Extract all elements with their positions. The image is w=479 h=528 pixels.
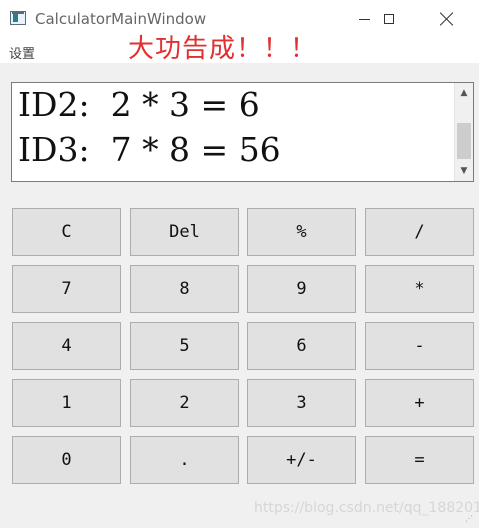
maximize-button[interactable] <box>366 0 412 38</box>
key-subtract[interactable]: - <box>365 322 474 370</box>
key-equals[interactable]: = <box>365 436 474 484</box>
maximize-icon <box>384 14 394 24</box>
vertical-scrollbar[interactable]: ▲ ▼ <box>454 83 473 181</box>
result-display[interactable]: ID2: 2 * 3 = 6 ID3: 7 * 8 = 56 ▲ ▼ <box>11 82 474 182</box>
key-5[interactable]: 5 <box>130 322 239 370</box>
scroll-down-icon[interactable]: ▼ <box>455 162 473 180</box>
key-8[interactable]: 8 <box>130 265 239 313</box>
banner-text: 大功告成！！！ <box>128 34 318 64</box>
display-line: ID3: 7 * 8 = 56 <box>18 130 281 169</box>
key-percent[interactable]: % <box>247 208 356 256</box>
close-icon <box>440 12 454 26</box>
key-add[interactable]: + <box>365 379 474 427</box>
key-clear[interactable]: C <box>12 208 121 256</box>
key-decimal[interactable]: . <box>130 436 239 484</box>
app-icon <box>10 11 26 25</box>
key-divide[interactable]: / <box>365 208 474 256</box>
key-2[interactable]: 2 <box>130 379 239 427</box>
close-button[interactable] <box>424 0 470 38</box>
key-9[interactable]: 9 <box>247 265 356 313</box>
scroll-up-icon[interactable]: ▲ <box>455 84 473 102</box>
scroll-thumb[interactable] <box>457 123 471 159</box>
watermark-text: https://blog.csdn.net/qq_18820125 <box>254 500 479 516</box>
display-line: ID2: 2 * 3 = 6 <box>18 85 260 124</box>
key-6[interactable]: 6 <box>247 322 356 370</box>
key-multiply[interactable]: * <box>365 265 474 313</box>
key-4[interactable]: 4 <box>12 322 121 370</box>
key-0[interactable]: 0 <box>12 436 121 484</box>
window-title: CalculatorMainWindow <box>35 10 207 28</box>
menu-item-settings[interactable]: 设置 <box>9 43 35 62</box>
key-7[interactable]: 7 <box>12 265 121 313</box>
key-delete[interactable]: Del <box>130 208 239 256</box>
key-1[interactable]: 1 <box>12 379 121 427</box>
key-negate[interactable]: +/- <box>247 436 356 484</box>
resize-grip-icon[interactable]: ⋰ <box>465 514 475 524</box>
key-3[interactable]: 3 <box>247 379 356 427</box>
